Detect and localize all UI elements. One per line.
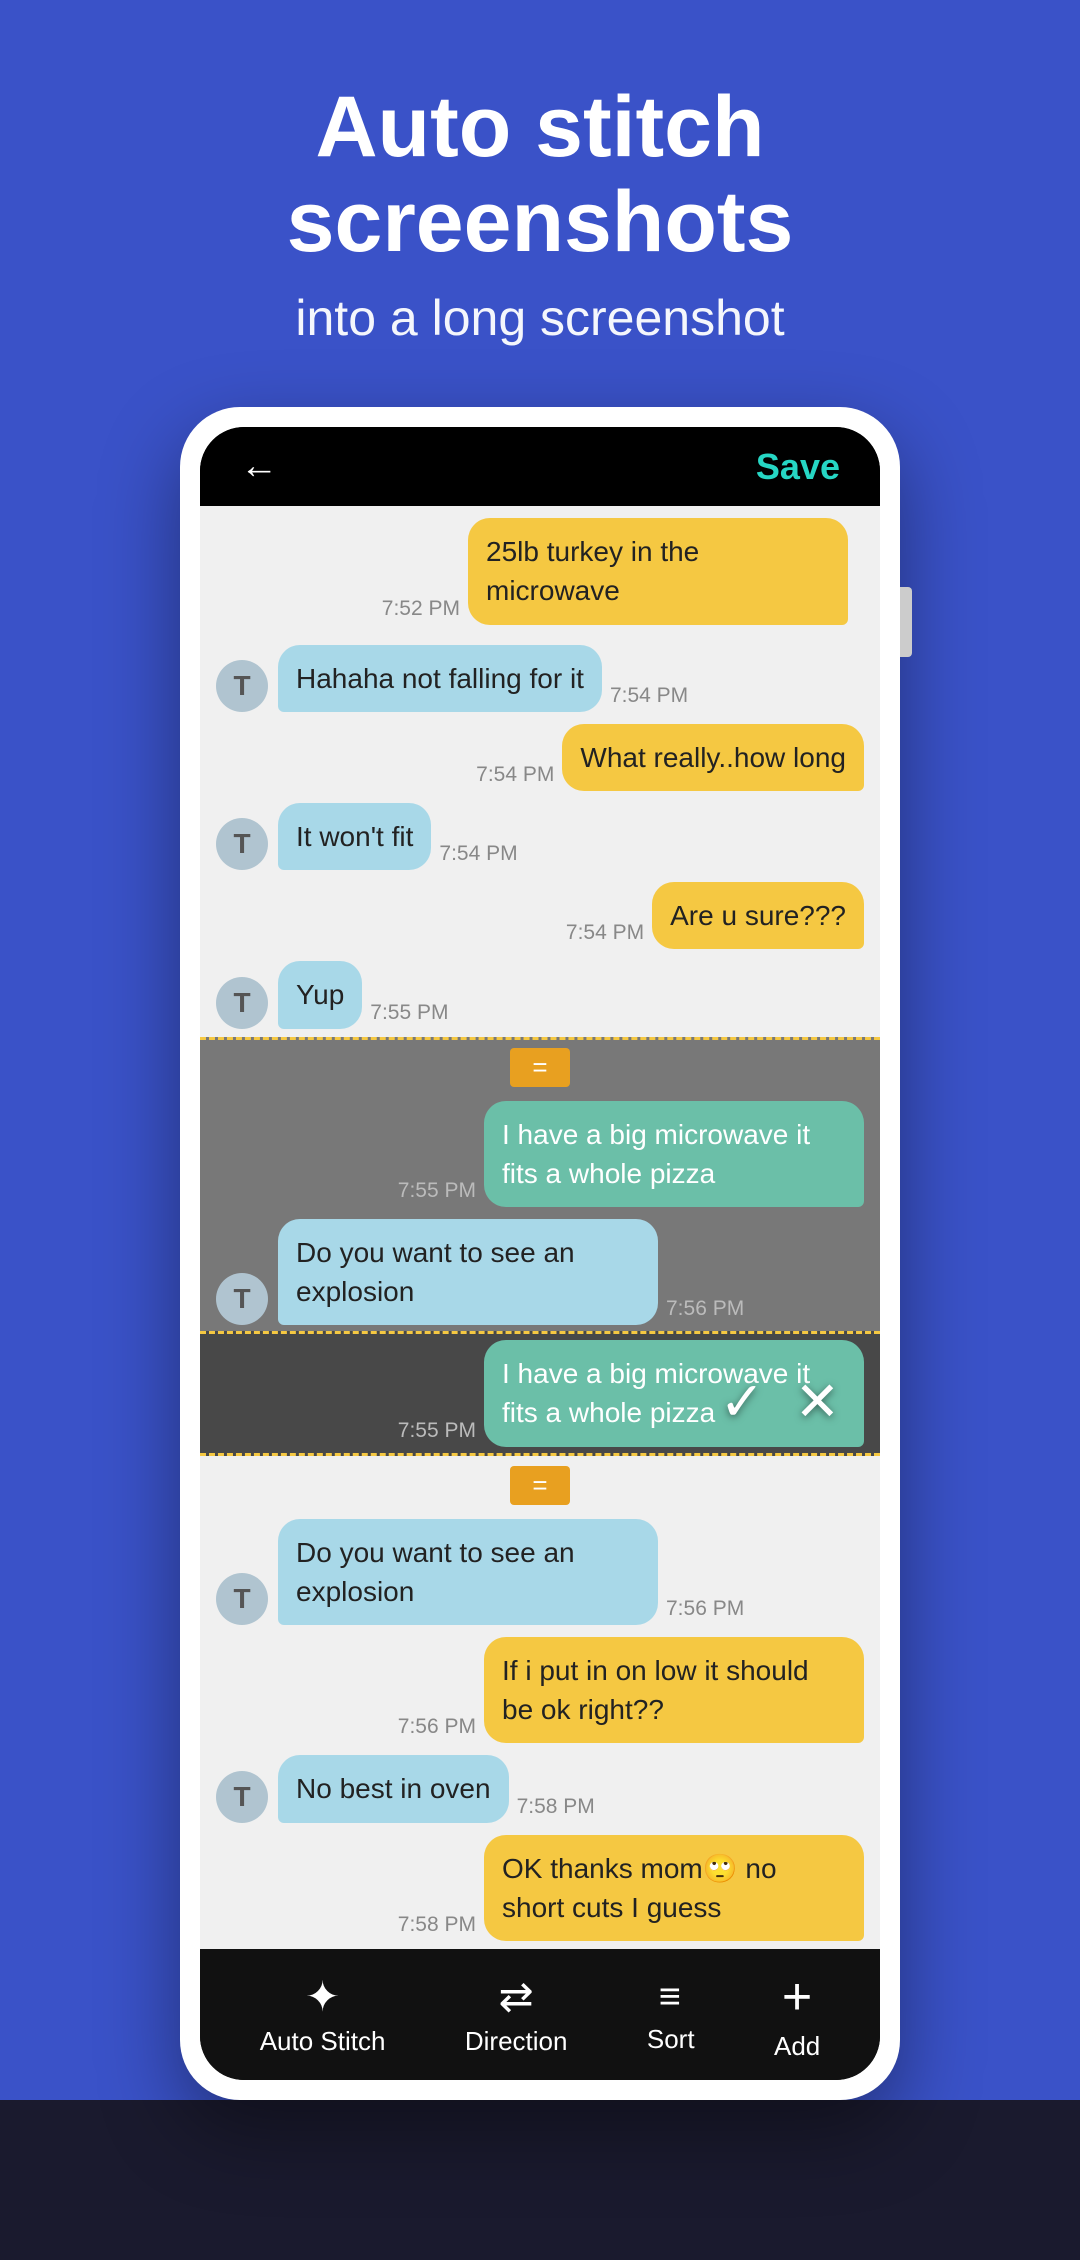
header-subtitle: into a long screenshot — [60, 289, 1020, 347]
toolbar-sort[interactable]: ≡ Sort — [647, 1978, 695, 2055]
bottom-toolbar: ✦ Auto Stitch ⇄ Direction ≡ Sort + Add — [200, 1949, 880, 2080]
phone-topbar: ← Save — [200, 427, 880, 506]
phone-container: ← Save 7:52 PM 25lb turkey in the microw… — [0, 407, 1080, 2100]
sort-label: Sort — [647, 2024, 695, 2055]
bubble-whatreally: What really..how long — [562, 724, 864, 791]
chat-row-lowtemp: 7:56 PM If i put in on low it should be … — [200, 1631, 880, 1749]
save-button[interactable]: Save — [756, 446, 840, 488]
ts-microwave2: 7:55 PM — [398, 1419, 476, 1443]
reject-stitch-button[interactable]: ✕ — [795, 1370, 840, 1433]
ts-explosion2: 7:56 PM — [666, 1597, 744, 1621]
chat-area: 7:52 PM 25lb turkey in the microwave T H… — [200, 506, 880, 1949]
chat-row-thanks: 7:58 PM OK thanks mom🙄 no short cuts I g… — [200, 1829, 880, 1947]
bubble-yup: Yup — [278, 961, 362, 1028]
add-icon: + — [782, 1971, 812, 2023]
stitch-controls: ✓ ✕ — [720, 1370, 841, 1433]
chat-row-whatreally: 7:54 PM What really..how long — [200, 718, 880, 797]
chat-row-explosion2: T Do you want to see an explosion 7:56 P… — [200, 1513, 880, 1631]
sort-icon: ≡ — [659, 1978, 683, 2016]
bubble-areusure: Are u sure??? — [652, 882, 864, 949]
phone-screen: ← Save 7:52 PM 25lb turkey in the microw… — [200, 427, 880, 2080]
bubble-lowtemp: If i put in on low it should be ok right… — [484, 1637, 864, 1743]
bubble-wontfit: It won't fit — [278, 803, 431, 870]
ts-explosion1: 7:56 PM — [666, 1297, 744, 1321]
header-section: Auto stitch screenshots into a long scre… — [0, 0, 1080, 387]
bubble-explosion1: Do you want to see an explosion — [278, 1219, 658, 1325]
bubble-sent: 25lb turkey in the microwave — [468, 518, 848, 624]
chat-row-bestinoven: T No best in oven 7:58 PM — [200, 1749, 880, 1828]
toolbar-auto-stitch[interactable]: ✦ Auto Stitch — [260, 1976, 386, 2057]
add-label: Add — [774, 2031, 820, 2062]
bubble-bestinoven: No best in oven — [278, 1755, 509, 1822]
avatar-t6: T — [216, 1771, 268, 1823]
ts-wontfit: 7:54 PM — [439, 842, 517, 866]
phone-mockup: ← Save 7:52 PM 25lb turkey in the microw… — [180, 407, 900, 2100]
back-button[interactable]: ← — [240, 445, 278, 488]
avatar-t4: T — [216, 1273, 268, 1325]
auto-stitch-label: Auto Stitch — [260, 2026, 386, 2057]
bubble-microwave1: I have a big microwave it fits a whole p… — [484, 1101, 864, 1207]
auto-stitch-icon: ✦ — [305, 1976, 340, 2018]
bottom-section — [0, 2100, 1080, 2260]
header-title: Auto stitch screenshots — [60, 80, 1020, 269]
stitch-marker-2: = — [510, 1466, 570, 1505]
chat-row-wontfit: T It won't fit 7:54 PM — [200, 797, 880, 876]
stitch-region-top: = 7:55 PM I have a big microwave it fits… — [200, 1037, 880, 1456]
ts-whatreally: 7:54 PM — [476, 763, 554, 787]
avatar-t: T — [216, 660, 268, 712]
ts-hahaha: 7:54 PM — [610, 684, 688, 708]
direction-icon: ⇄ — [499, 1976, 534, 2018]
ts-thanks: 7:58 PM — [398, 1913, 476, 1937]
avatar-t3: T — [216, 977, 268, 1029]
chat-row-areusure: 7:54 PM Are u sure??? — [200, 876, 880, 955]
ts-bestinoven: 7:58 PM — [517, 1795, 595, 1819]
stitch-marker-1: = — [510, 1048, 570, 1087]
chat-message-1: 7:52 PM 25lb turkey in the microwave — [216, 512, 864, 630]
avatar-t2: T — [216, 818, 268, 870]
ts-yup: 7:55 PM — [370, 1001, 448, 1025]
toolbar-add[interactable]: + Add — [774, 1971, 820, 2062]
bubble-hahaha: Hahaha not falling for it — [278, 645, 602, 712]
chat-row-explosion1: T Do you want to see an explosion 7:56 P… — [200, 1213, 880, 1331]
timestamp: 7:52 PM — [382, 597, 460, 621]
phone-side-button — [900, 587, 912, 657]
avatar-t5: T — [216, 1573, 268, 1625]
accept-stitch-button[interactable]: ✓ — [720, 1370, 765, 1433]
bubble-thanks: OK thanks mom🙄 no short cuts I guess — [484, 1835, 864, 1941]
ts-areusure: 7:54 PM — [566, 921, 644, 945]
chat-row-microwave1: 7:55 PM I have a big microwave it fits a… — [200, 1095, 880, 1213]
toolbar-direction[interactable]: ⇄ Direction — [465, 1976, 568, 2057]
chat-row-hahaha: T Hahaha not falling for it 7:54 PM — [200, 639, 880, 718]
bubble-explosion2: Do you want to see an explosion — [278, 1519, 658, 1625]
direction-label: Direction — [465, 2026, 568, 2057]
ts-lowtemp: 7:56 PM — [398, 1715, 476, 1739]
chat-row-yup: T Yup 7:55 PM — [200, 955, 880, 1034]
ts-microwave1: 7:55 PM — [398, 1179, 476, 1203]
